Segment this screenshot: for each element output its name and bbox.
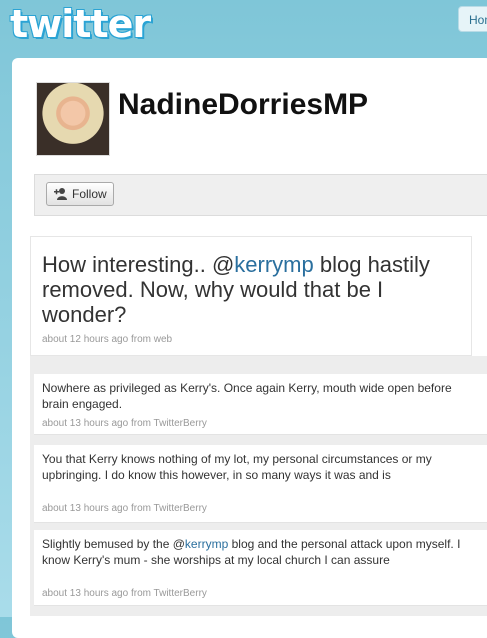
tweet-item: You that Kerry knows nothing of my lot, … [34,445,487,523]
home-button[interactable]: Hom [458,6,487,32]
follow-label: Follow [72,187,107,201]
tweet-meta[interactable]: about 13 hours ago from TwitterBerry [42,418,207,429]
featured-tweet-text: How interesting.. @kerrymp blog hastily … [42,252,430,327]
featured-tweet-meta[interactable]: about 12 hours ago from web [42,334,172,345]
tweet-meta[interactable]: about 13 hours ago from TwitterBerry [42,588,207,599]
mention-link[interactable]: kerrymp [234,252,313,277]
twitter-logo[interactable]: twitter [10,2,151,46]
add-user-icon [54,188,67,200]
tweet-text: You that Kerry knows nothing of my lot, … [42,452,432,482]
profile-username: NadineDorriesMP [118,88,369,121]
tweet-item: Nowhere as privileged as Kerry's. Once a… [34,374,487,435]
profile-avatar[interactable] [36,82,110,156]
follow-button[interactable]: Follow [46,182,114,206]
tweet-text: Nowhere as privileged as Kerry's. Once a… [42,381,452,411]
tweet-item: Slightly bemused by the @kerrymp blog an… [34,530,487,606]
mention-link[interactable]: kerrymp [185,537,228,551]
tweet-meta[interactable]: about 13 hours ago from TwitterBerry [42,503,207,514]
tweet-text: Slightly bemused by the @kerrymp blog an… [42,537,461,567]
